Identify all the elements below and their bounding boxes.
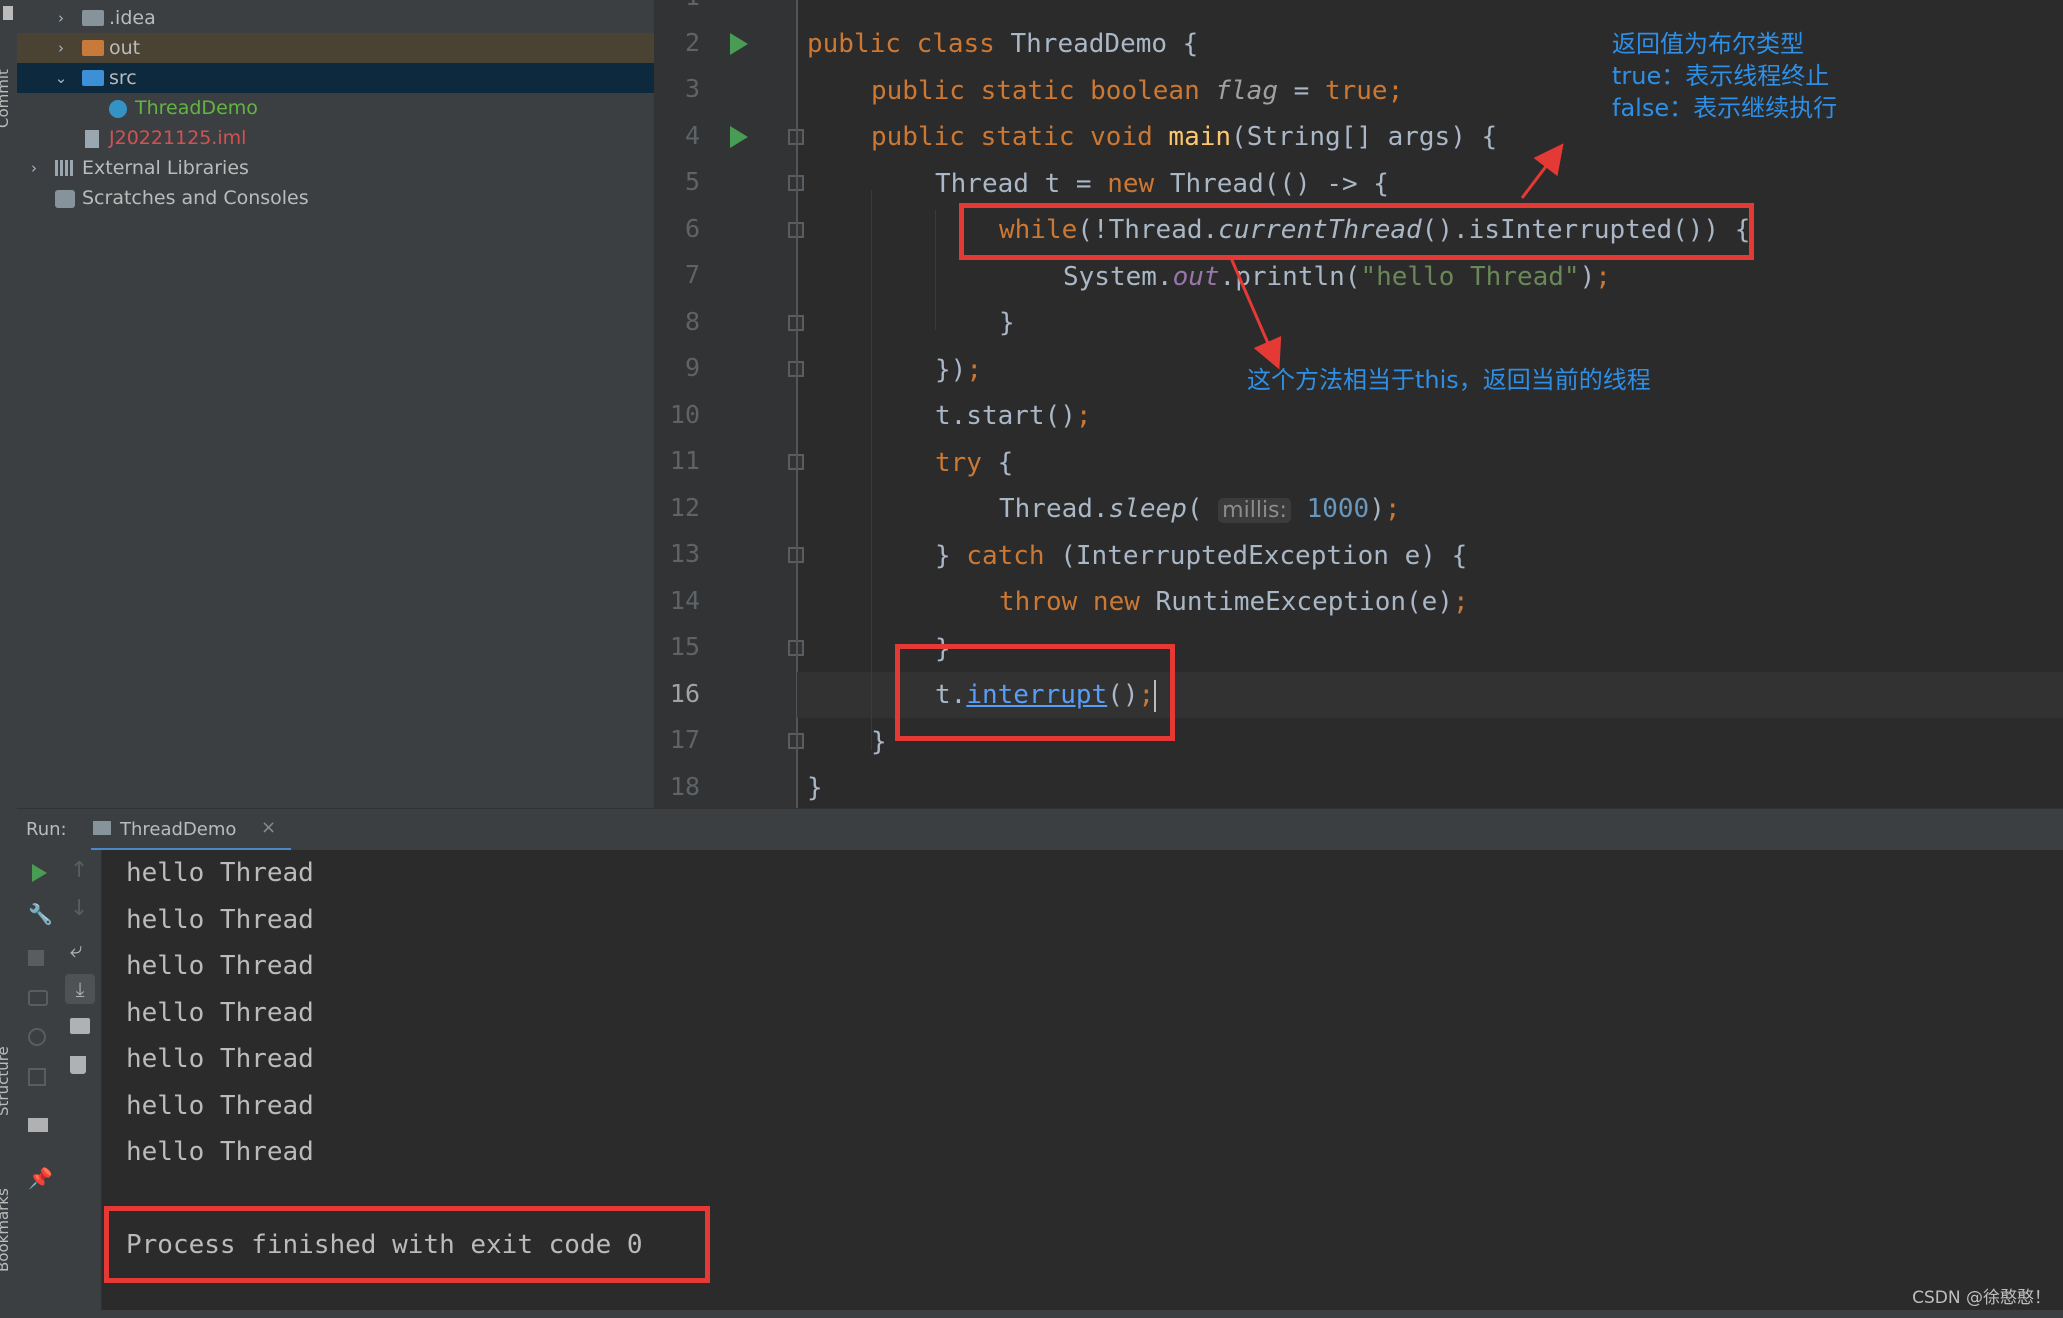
- source-folder-icon: [82, 70, 104, 86]
- tree-item-label: out: [109, 37, 141, 59]
- scratches-icon: [55, 190, 75, 208]
- module-file-icon: [85, 130, 99, 148]
- camera-icon[interactable]: [28, 990, 48, 1006]
- pin-icon[interactable]: 📌: [28, 1166, 53, 1190]
- tree-item-threaddemo[interactable]: ThreadDemo: [17, 93, 654, 123]
- chevron-down-icon[interactable]: ⌄: [53, 63, 69, 93]
- tree-item-idea[interactable]: › .idea: [17, 3, 654, 33]
- stop-icon[interactable]: [28, 950, 44, 966]
- wrench-icon[interactable]: 🔧: [28, 902, 53, 926]
- scroll-to-end-icon[interactable]: ⤓: [65, 974, 95, 1004]
- soft-wrap-icon[interactable]: ⤶: [70, 938, 90, 963]
- run-toolbar-primary: 🔧 📌: [17, 850, 59, 1318]
- bookmarks-tool-tab[interactable]: Bookmarks: [0, 1188, 12, 1272]
- status-bar: [0, 1310, 2063, 1318]
- tree-item-external-libraries[interactable]: › External Libraries: [17, 153, 654, 183]
- method-note: 这个方法相当于this，返回当前的线程: [1247, 366, 1651, 394]
- project-tree-panel: › .idea › out ⌄ src ThreadDemo J20221125…: [17, 0, 655, 808]
- tree-item-iml[interactable]: J20221125.iml: [17, 123, 654, 153]
- tree-item-out[interactable]: › out: [17, 33, 654, 63]
- tree-item-scratches[interactable]: Scratches and Consoles: [17, 183, 654, 213]
- tree-item-src[interactable]: ⌄ src: [17, 63, 654, 93]
- chevron-right-icon[interactable]: ›: [53, 33, 69, 63]
- commit-tool-tab[interactable]: Commit: [0, 69, 12, 128]
- highlight-box-exit: [104, 1206, 710, 1283]
- watermark: CSDN @徐憨憨！: [1912, 1288, 2051, 1308]
- console-line: hello Thread: [126, 951, 314, 981]
- console-line: hello Thread: [126, 1137, 314, 1167]
- restore-layout-icon[interactable]: [28, 1068, 46, 1086]
- console-line: hello Thread: [126, 905, 314, 935]
- chevron-right-icon[interactable]: ›: [26, 153, 42, 183]
- console-output[interactable]: hello Thread hello Thread hello Thread h…: [102, 850, 2063, 1318]
- rerun-icon[interactable]: [32, 864, 47, 882]
- tree-item-label: .idea: [109, 7, 156, 29]
- libraries-icon: [55, 160, 75, 176]
- left-tool-strip: Commit Structure Bookmarks: [0, 0, 18, 1318]
- run-label: Run:: [26, 819, 67, 840]
- run-toolbar-secondary: ↑ ↓ ⤶ ⤓: [59, 850, 102, 1318]
- chevron-right-icon[interactable]: ›: [53, 3, 69, 33]
- run-panel-header: Run: ThreadDemo ×: [17, 808, 2063, 852]
- layout-icon[interactable]: [28, 1118, 48, 1132]
- close-icon[interactable]: ×: [261, 817, 276, 838]
- console-line: hello Thread: [126, 998, 314, 1028]
- commit-icon[interactable]: [3, 6, 13, 20]
- tab-label: ThreadDemo: [120, 819, 237, 840]
- print-icon[interactable]: [70, 1018, 90, 1034]
- folder-icon: [82, 10, 104, 26]
- annotation-arrows: [1229, 143, 1564, 370]
- return-note: 返回值为布尔类型 true：表示线程终止 false：表示继续执行: [1612, 30, 1838, 122]
- arrow-down-icon[interactable]: ↓: [70, 896, 90, 921]
- tab-threaddemo[interactable]: ThreadDemo ×: [91, 809, 291, 851]
- console-icon: [93, 821, 111, 835]
- code-editor[interactable]: 1 2 3 4 5 6 7 8 9 10 11 12 13 14 15 16 1…: [655, 0, 2063, 808]
- arrow-up-icon[interactable]: ↑: [70, 858, 90, 883]
- structure-tool-tab[interactable]: Structure: [0, 1046, 12, 1116]
- console-line: hello Thread: [126, 858, 314, 888]
- tree-item-label: External Libraries: [82, 157, 249, 179]
- console-line: hello Thread: [126, 1091, 314, 1121]
- tree-item-label: ThreadDemo: [135, 97, 258, 119]
- folder-icon: [82, 40, 104, 56]
- tree-item-label: J20221125.iml: [109, 127, 247, 149]
- trash-icon[interactable]: [70, 1056, 86, 1074]
- java-class-icon: [109, 100, 127, 118]
- arrow-to-return-note: [1520, 143, 1564, 199]
- settings-icon[interactable]: [28, 1028, 46, 1046]
- arrow-to-method-note: [1229, 257, 1282, 370]
- tree-item-label: Scratches and Consoles: [82, 187, 309, 209]
- console-line: hello Thread: [126, 1044, 314, 1074]
- tree-item-label: src: [109, 67, 137, 89]
